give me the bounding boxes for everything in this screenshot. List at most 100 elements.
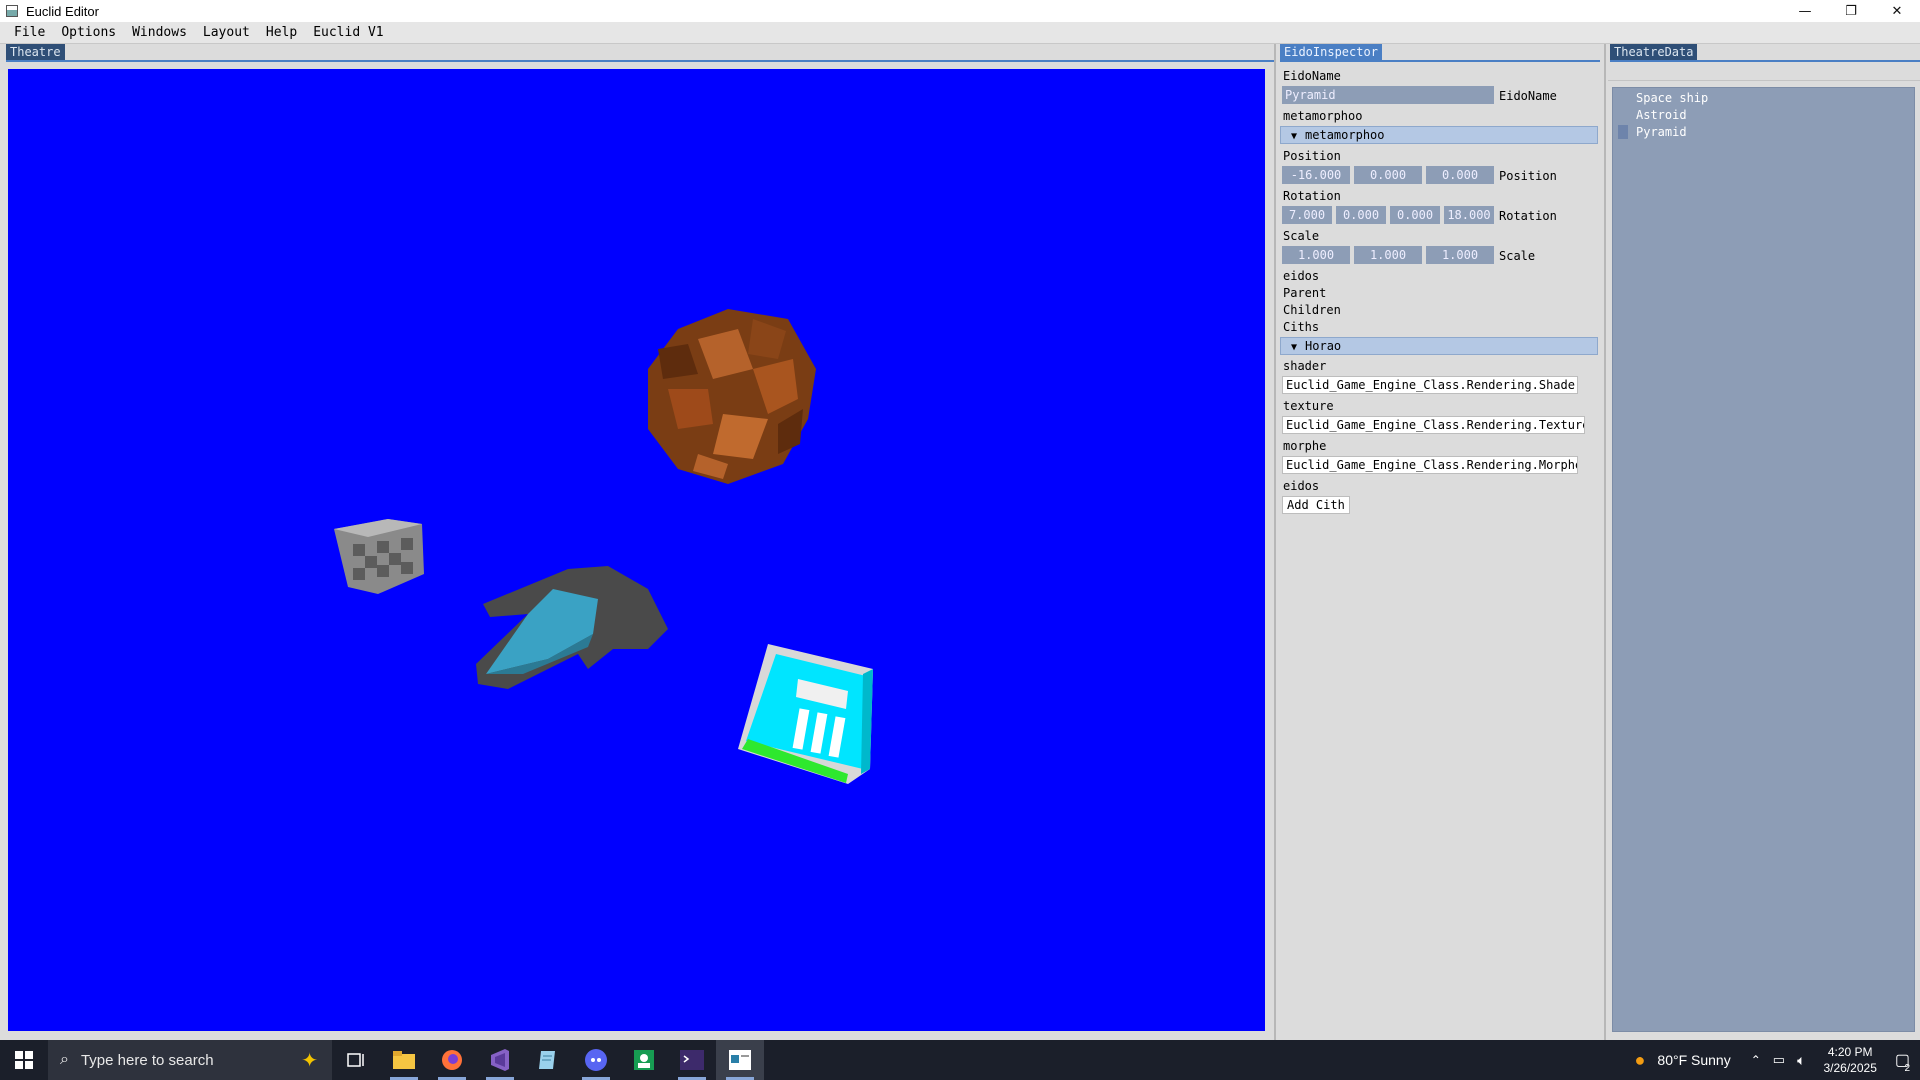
checker-cube-model[interactable] — [334, 519, 424, 594]
terminal-icon — [680, 1050, 704, 1070]
scale-x-field[interactable]: 1.000 — [1282, 246, 1350, 264]
notepad-icon — [539, 1051, 555, 1069]
spaceship-model[interactable] — [476, 566, 668, 689]
windows-icon — [15, 1051, 33, 1069]
euclid-window-icon — [729, 1050, 751, 1070]
taskbar-search-box[interactable]: ⌕ Type here to search ✦ — [48, 1040, 332, 1080]
chevron-up-icon[interactable]: ⌃ — [1751, 1053, 1761, 1067]
visual-studio-button[interactable] — [476, 1040, 524, 1080]
eidoname-label: EidoName — [1283, 69, 1341, 83]
menu-bar: File Options Windows Layout Help Euclid … — [0, 22, 1920, 44]
asteroid-model[interactable] — [648, 309, 816, 484]
system-tray: ● 80°F Sunny ⌃ ▭ 🔈︎ 4:20 PM 3/26/2025 ▢ 2 — [1629, 1040, 1920, 1080]
firefox-icon — [442, 1050, 462, 1070]
scale-side-label: Scale — [1499, 249, 1536, 263]
position-x-field[interactable]: -16.000 — [1282, 166, 1350, 184]
firefox-button[interactable] — [428, 1040, 476, 1080]
menu-help[interactable]: Help — [258, 25, 305, 40]
scene-render — [334, 309, 873, 784]
texture-label: texture — [1283, 399, 1334, 413]
tab-theatre-data[interactable]: TheatreData — [1610, 44, 1698, 60]
panel-divider[interactable] — [1274, 44, 1276, 1040]
task-view-button[interactable] — [332, 1040, 380, 1080]
scale-y-field[interactable]: 1.000 — [1354, 246, 1422, 264]
menu-file[interactable]: File — [6, 25, 53, 40]
scale-label: Scale — [1283, 229, 1320, 243]
task-view-icon — [347, 1053, 364, 1067]
eidos-label-2: eidos — [1283, 479, 1320, 493]
weather-text[interactable]: 80°F Sunny — [1657, 1052, 1730, 1068]
morphe-label: morphe — [1283, 439, 1327, 453]
app-icon — [6, 5, 18, 17]
position-y-field[interactable]: 0.000 — [1354, 166, 1422, 184]
menu-layout[interactable]: Layout — [195, 25, 258, 40]
scale-z-field[interactable]: 1.000 — [1426, 246, 1494, 264]
taskbar-clock[interactable]: 4:20 PM 3/26/2025 — [1823, 1044, 1876, 1076]
speaker-icon[interactable]: 🔈︎ — [1797, 1052, 1805, 1069]
eidos-label: eidos — [1283, 269, 1320, 283]
network-icon[interactable]: ▭ — [1773, 1052, 1785, 1068]
list-item-space-ship[interactable]: Space ship — [1636, 91, 1708, 105]
theatre-data-list[interactable] — [1612, 87, 1915, 1032]
app-person-icon — [634, 1050, 654, 1070]
notifications-icon[interactable]: ▢ 2 — [1895, 1050, 1910, 1074]
weather-icon[interactable]: ● — [1635, 1050, 1646, 1071]
morphe-field[interactable]: Euclid_Game_Engine_Class.Rendering.Morph… — [1282, 456, 1578, 474]
visual-studio-icon — [491, 1049, 509, 1071]
search-icon: ⌕ — [60, 1051, 69, 1068]
discord-button[interactable] — [572, 1040, 620, 1080]
euclid-editor-taskbar-button[interactable] — [716, 1040, 764, 1080]
tab-eido-inspector[interactable]: EidoInspector — [1280, 44, 1382, 60]
menu-options[interactable]: Options — [53, 25, 124, 40]
window-title: Euclid Editor — [26, 3, 99, 19]
theatredata-separator — [1608, 80, 1920, 81]
gitkraken-button[interactable] — [620, 1040, 668, 1080]
collapse-arrow-icon: ▼ — [1291, 342, 1298, 353]
horao-section-header[interactable]: ▼ Horao — [1280, 337, 1598, 355]
tab-theatre[interactable]: Theatre — [6, 44, 65, 60]
maximize-button[interactable]: ❐ — [1828, 0, 1874, 22]
notification-count: 2 — [1904, 1063, 1910, 1074]
metamorphoo-section-header[interactable]: ▼ metamorphoo — [1280, 126, 1598, 144]
metamorphoo-section-label: metamorphoo — [1305, 128, 1385, 142]
close-button[interactable]: ✕ — [1874, 0, 1920, 22]
panel-divider-2[interactable] — [1604, 44, 1606, 1040]
clock-time: 4:20 PM — [1827, 1045, 1873, 1059]
shader-field[interactable]: Euclid_Game_Engine_Class.Rendering.Shade… — [1282, 376, 1578, 394]
position-label: Position — [1283, 149, 1341, 163]
shader-label: shader — [1283, 359, 1327, 373]
terminal-button[interactable] — [668, 1040, 716, 1080]
window-titlebar: Euclid Editor — ❐ ✕ — [0, 0, 1920, 22]
list-item-astroid[interactable]: Astroid — [1636, 108, 1687, 122]
inspector-tab-underline — [1280, 60, 1600, 62]
theatredata-tab-underline — [1610, 60, 1920, 62]
eidoname-side-label: EidoName — [1499, 89, 1557, 103]
eidoname-input[interactable]: Pyramid — [1282, 86, 1494, 104]
window-controls: — ❐ ✕ — [1782, 0, 1920, 22]
theatre-tab-underline — [6, 60, 1274, 62]
parent-label: Parent — [1283, 286, 1327, 300]
file-explorer-button[interactable] — [380, 1040, 428, 1080]
list-item-pyramid[interactable]: Pyramid — [1636, 125, 1687, 139]
rotation-w-field[interactable]: 7.000 — [1282, 206, 1332, 224]
rotation-z-field[interactable]: 18.000 — [1444, 206, 1494, 224]
position-side-label: Position — [1499, 169, 1557, 183]
menu-windows[interactable]: Windows — [124, 25, 195, 40]
position-z-field[interactable]: 0.000 — [1426, 166, 1494, 184]
metamorphoo-label: metamorphoo — [1283, 109, 1363, 123]
menu-euclid-v1[interactable]: Euclid V1 — [305, 25, 391, 40]
texture-field[interactable]: Euclid_Game_Engine_Class.Rendering.Textu… — [1282, 416, 1585, 434]
selection-indicator — [1618, 125, 1628, 139]
copilot-sparkle-icon: ✦ — [301, 1049, 318, 1072]
add-cith-button[interactable]: Add Cith — [1282, 496, 1350, 514]
collapse-arrow-icon: ▼ — [1291, 131, 1298, 142]
minimize-button[interactable]: — — [1782, 0, 1828, 22]
horao-section-label: Horao — [1305, 339, 1342, 353]
rotation-label: Rotation — [1283, 189, 1341, 203]
theatre-viewport[interactable] — [8, 69, 1265, 1031]
start-button[interactable] — [0, 1040, 48, 1080]
rotation-y-field[interactable]: 0.000 — [1390, 206, 1440, 224]
notepad-button[interactable] — [524, 1040, 572, 1080]
rotation-x-field[interactable]: 0.000 — [1336, 206, 1386, 224]
pyramid-model[interactable] — [738, 644, 873, 784]
